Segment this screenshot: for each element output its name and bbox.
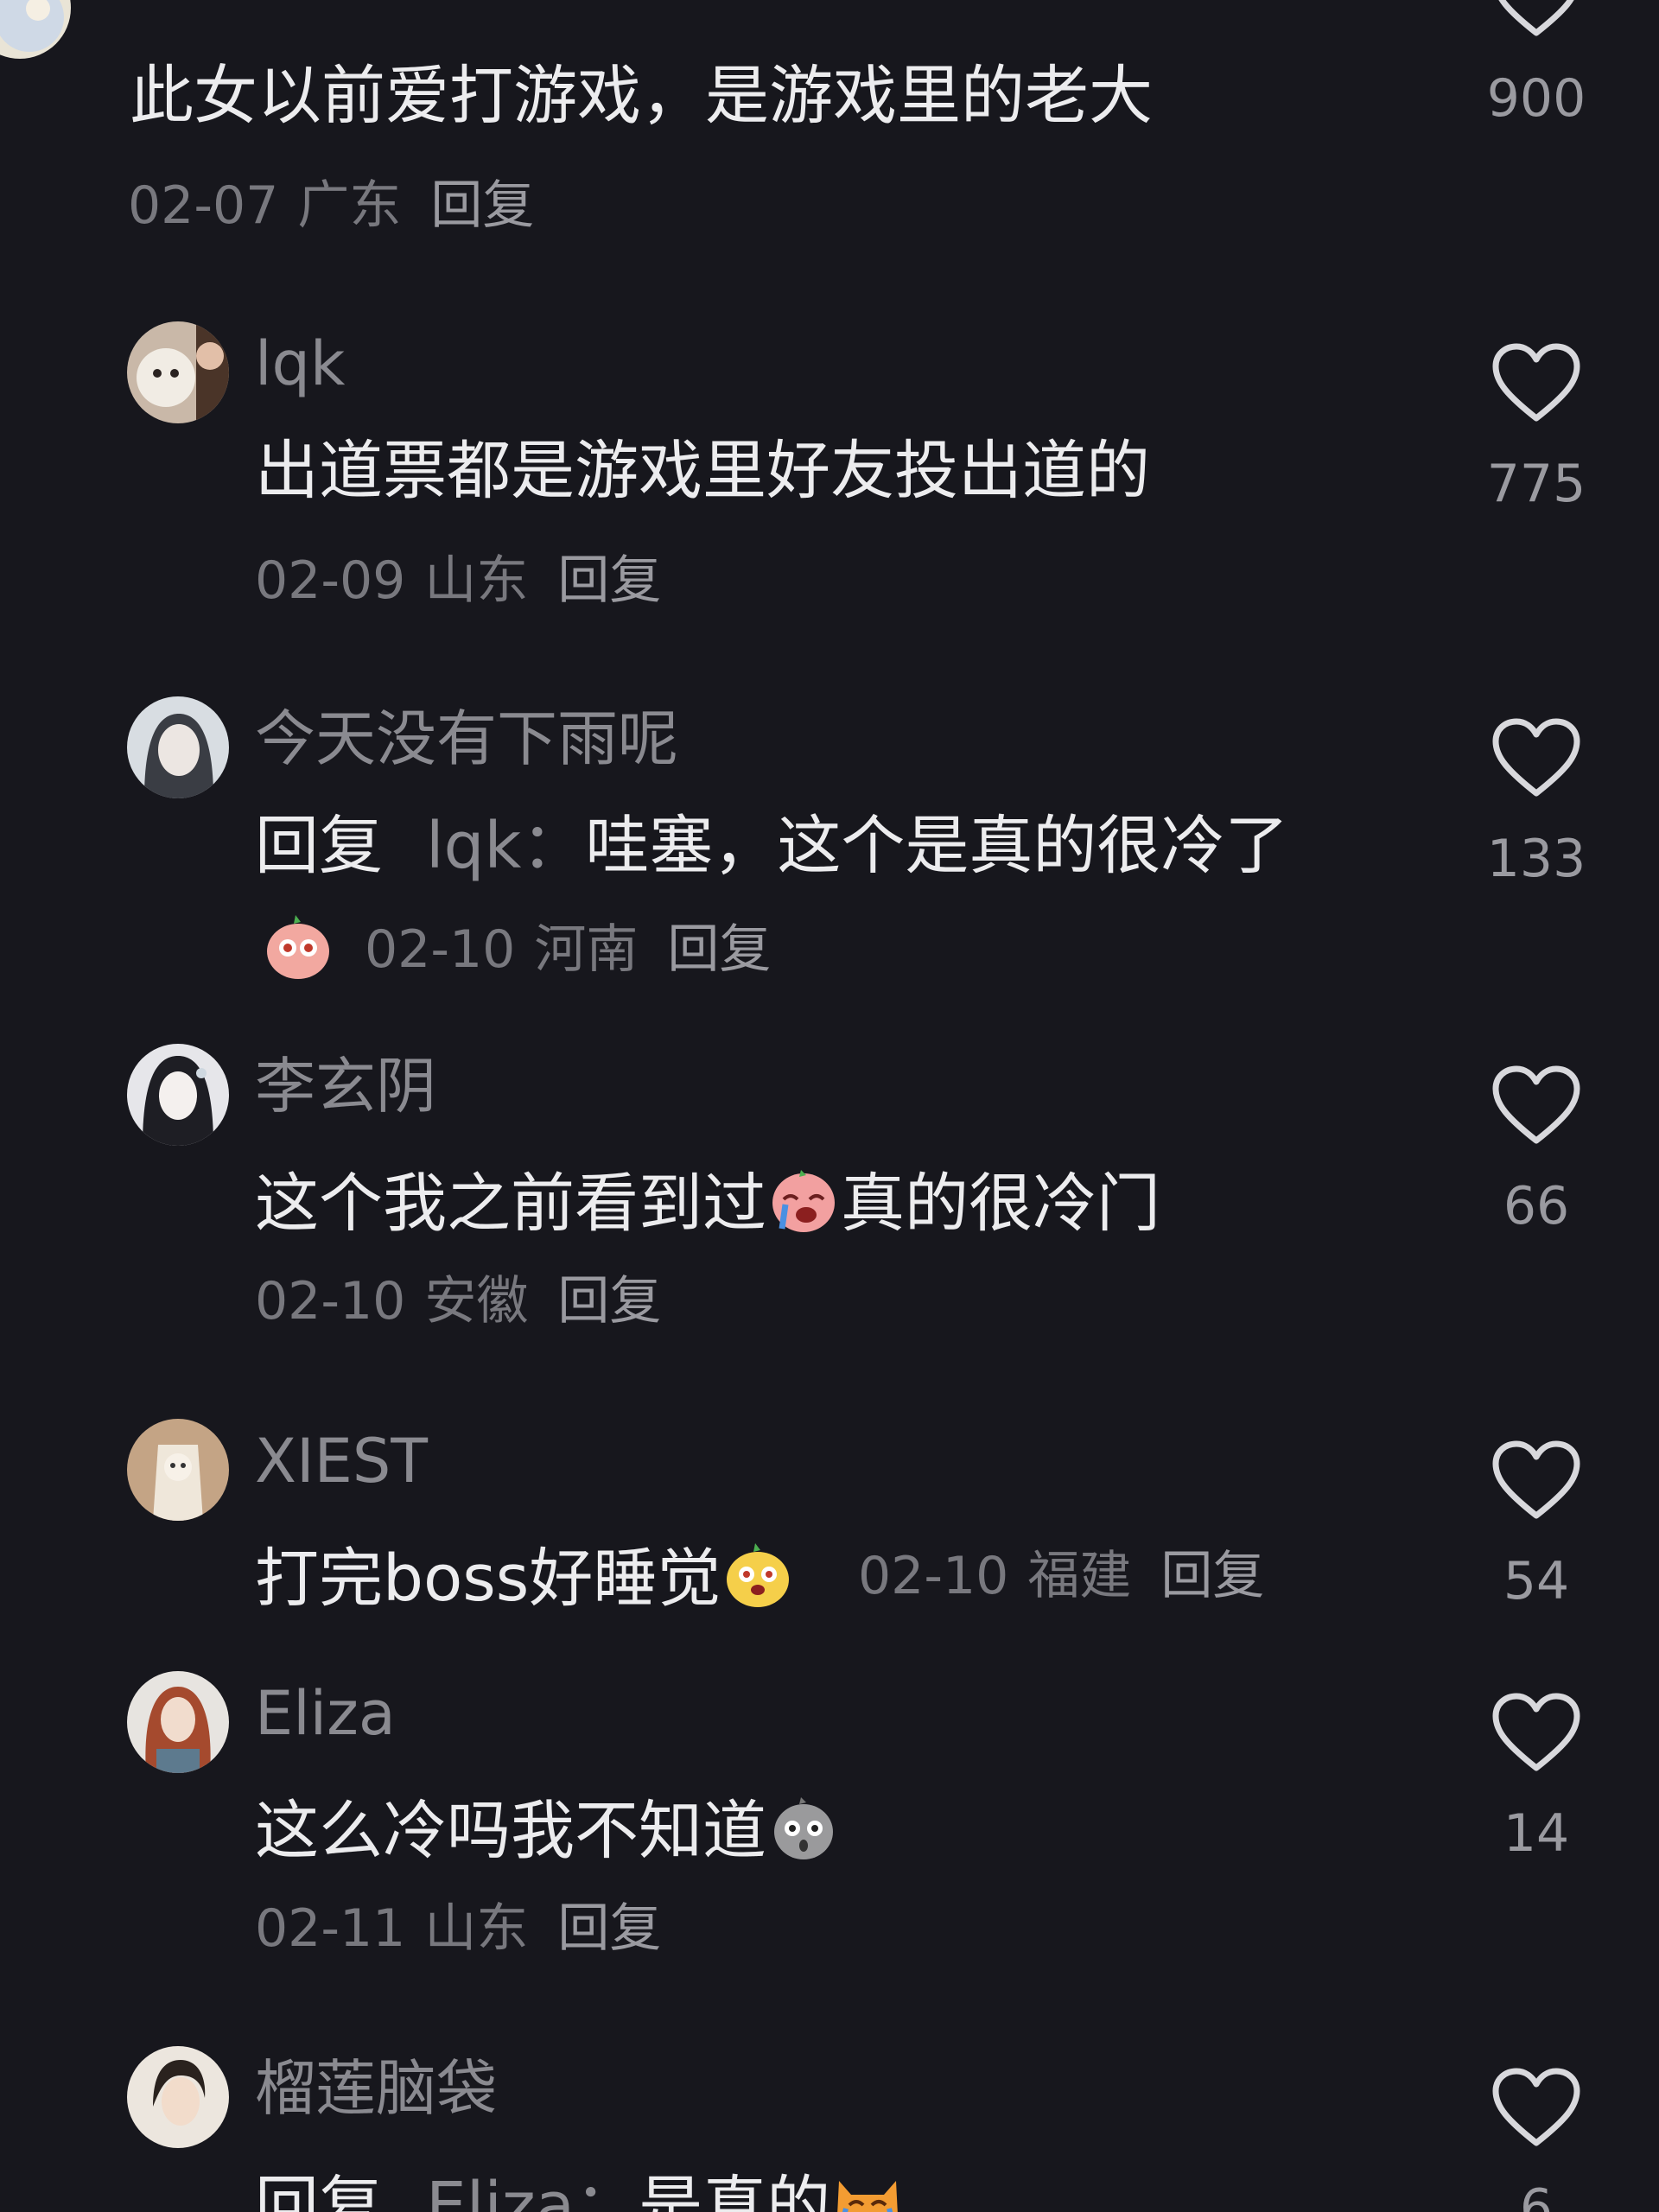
comment-text: 打完boss好睡觉 xyxy=(255,1536,795,1611)
comment-date: 02-10 xyxy=(858,1546,1009,1606)
comment-text-part: 打完boss好睡觉 xyxy=(255,1541,721,1616)
reply-button[interactable]: 回复 xyxy=(557,550,661,611)
comment-date: 02-09 xyxy=(255,550,406,611)
reply-target[interactable]: lqk： xyxy=(426,809,585,883)
comment-date: 02-10 xyxy=(365,919,516,980)
comment-username[interactable]: lqk xyxy=(255,334,345,394)
comment-date: 02-07 xyxy=(128,175,279,236)
comment-username[interactable]: Eliza xyxy=(255,1683,396,1744)
heart-outline-icon xyxy=(1492,1693,1580,1771)
reply-button[interactable]: 回复 xyxy=(557,1271,661,1332)
comment-meta: 02-10 河南 回复 xyxy=(261,908,771,982)
peach-shy-emoji-icon xyxy=(261,908,335,982)
like-button[interactable]: 133 xyxy=(1484,717,1588,885)
like-count: 66 xyxy=(1503,1176,1570,1236)
comment-text: 回复 lqk：哇塞，这个是真的很冷了 xyxy=(255,814,1288,878)
shocked-face-emoji-icon xyxy=(766,1789,841,1863)
like-count: 14 xyxy=(1503,1803,1570,1864)
avatar[interactable] xyxy=(0,0,71,59)
avatar[interactable] xyxy=(127,321,229,423)
comment-meta: 02-09 山东 回复 xyxy=(255,555,661,607)
comment-text: 这么冷吗我不知道 xyxy=(255,1789,841,1863)
avatar[interactable] xyxy=(127,1044,229,1146)
like-count: 775 xyxy=(1486,454,1586,514)
like-count: 900 xyxy=(1486,68,1586,129)
comment-text: 这个我之前看到过 真的很冷门 xyxy=(255,1161,1160,1236)
heart-outline-icon xyxy=(1492,1440,1580,1519)
comment-meta: 02-10 福建 回复 xyxy=(858,1550,1264,1602)
comment-username[interactable]: 榴莲脑袋 xyxy=(255,2058,497,2119)
reply-button[interactable]: 回复 xyxy=(557,1898,661,1959)
crying-face-emoji-icon xyxy=(766,1161,841,1236)
comment-date: 02-10 xyxy=(255,1271,406,1332)
like-button[interactable]: 775 xyxy=(1484,342,1588,510)
comment-text-part: 这个我之前看到过 xyxy=(255,1166,766,1241)
comment-location: 安徽 xyxy=(424,1271,529,1332)
like-button[interactable]: 900 xyxy=(1484,0,1588,124)
comment-meta: 02-11 山东 回复 xyxy=(255,1903,661,1955)
comment-location: 山东 xyxy=(424,1898,529,1959)
heart-outline-icon xyxy=(1498,0,1574,36)
reply-prefix: 回复 xyxy=(255,809,383,883)
comment-text: 回复 Eliza：是真的 xyxy=(255,2164,905,2212)
comment-username[interactable]: XIEST xyxy=(255,1431,428,1491)
avatar[interactable] xyxy=(127,1419,229,1521)
comment-text: 出道票都是游戏里好友投出道的 xyxy=(255,434,1150,508)
avatar[interactable] xyxy=(127,2046,229,2148)
comment-location: 山东 xyxy=(424,550,529,611)
like-count: 133 xyxy=(1486,829,1586,889)
comment-username[interactable]: 李玄阴 xyxy=(255,1056,436,1116)
comment-text-part: 真的很冷门 xyxy=(841,1166,1160,1241)
heart-outline-icon xyxy=(1492,1065,1580,1144)
heart-outline-icon xyxy=(1492,343,1580,422)
comment-meta: 02-10 安徽 回复 xyxy=(255,1275,661,1327)
avatar[interactable] xyxy=(127,696,229,798)
sleepy-face-emoji-icon xyxy=(721,1536,795,1611)
laughing-cat-emoji-icon xyxy=(830,2164,905,2212)
comment-meta: 02-07 广东 回复 xyxy=(128,180,534,232)
reply-button[interactable]: 回复 xyxy=(430,175,534,236)
heart-outline-icon xyxy=(1492,2068,1580,2146)
comment-location: 河南 xyxy=(534,919,639,980)
like-count: 54 xyxy=(1503,1551,1570,1611)
like-button[interactable]: 54 xyxy=(1484,1440,1588,1607)
reply-button[interactable]: 回复 xyxy=(1160,1546,1264,1606)
reply-text: 是真的 xyxy=(639,2169,831,2212)
comment-text: 此女以前爱打游戏，是游戏里的老大 xyxy=(130,59,1153,133)
heart-outline-icon xyxy=(1492,718,1580,797)
like-button[interactable]: 6 xyxy=(1484,2067,1588,2212)
like-button[interactable]: 66 xyxy=(1484,1065,1588,1232)
reply-prefix: 回复 xyxy=(255,2169,383,2212)
like-button[interactable]: 14 xyxy=(1484,1692,1588,1859)
comment-username[interactable]: 今天没有下雨呢 xyxy=(255,709,678,769)
avatar[interactable] xyxy=(127,1671,229,1773)
comment-location: 福建 xyxy=(1027,1546,1132,1606)
reply-button[interactable]: 回复 xyxy=(667,919,771,980)
comment-location: 广东 xyxy=(297,175,402,236)
comment-list: 此女以前爱打游戏，是游戏里的老大 02-07 广东 回复 900 lqk 出道票都是… xyxy=(0,0,1659,2212)
like-count: 6 xyxy=(1519,2178,1554,2212)
reply-text: 哇塞，这个是真的很冷了 xyxy=(585,809,1289,883)
comment-date: 02-11 xyxy=(255,1898,406,1959)
reply-target[interactable]: Eliza： xyxy=(426,2169,639,2212)
comment-text-part: 这么冷吗我不知道 xyxy=(255,1794,766,1868)
